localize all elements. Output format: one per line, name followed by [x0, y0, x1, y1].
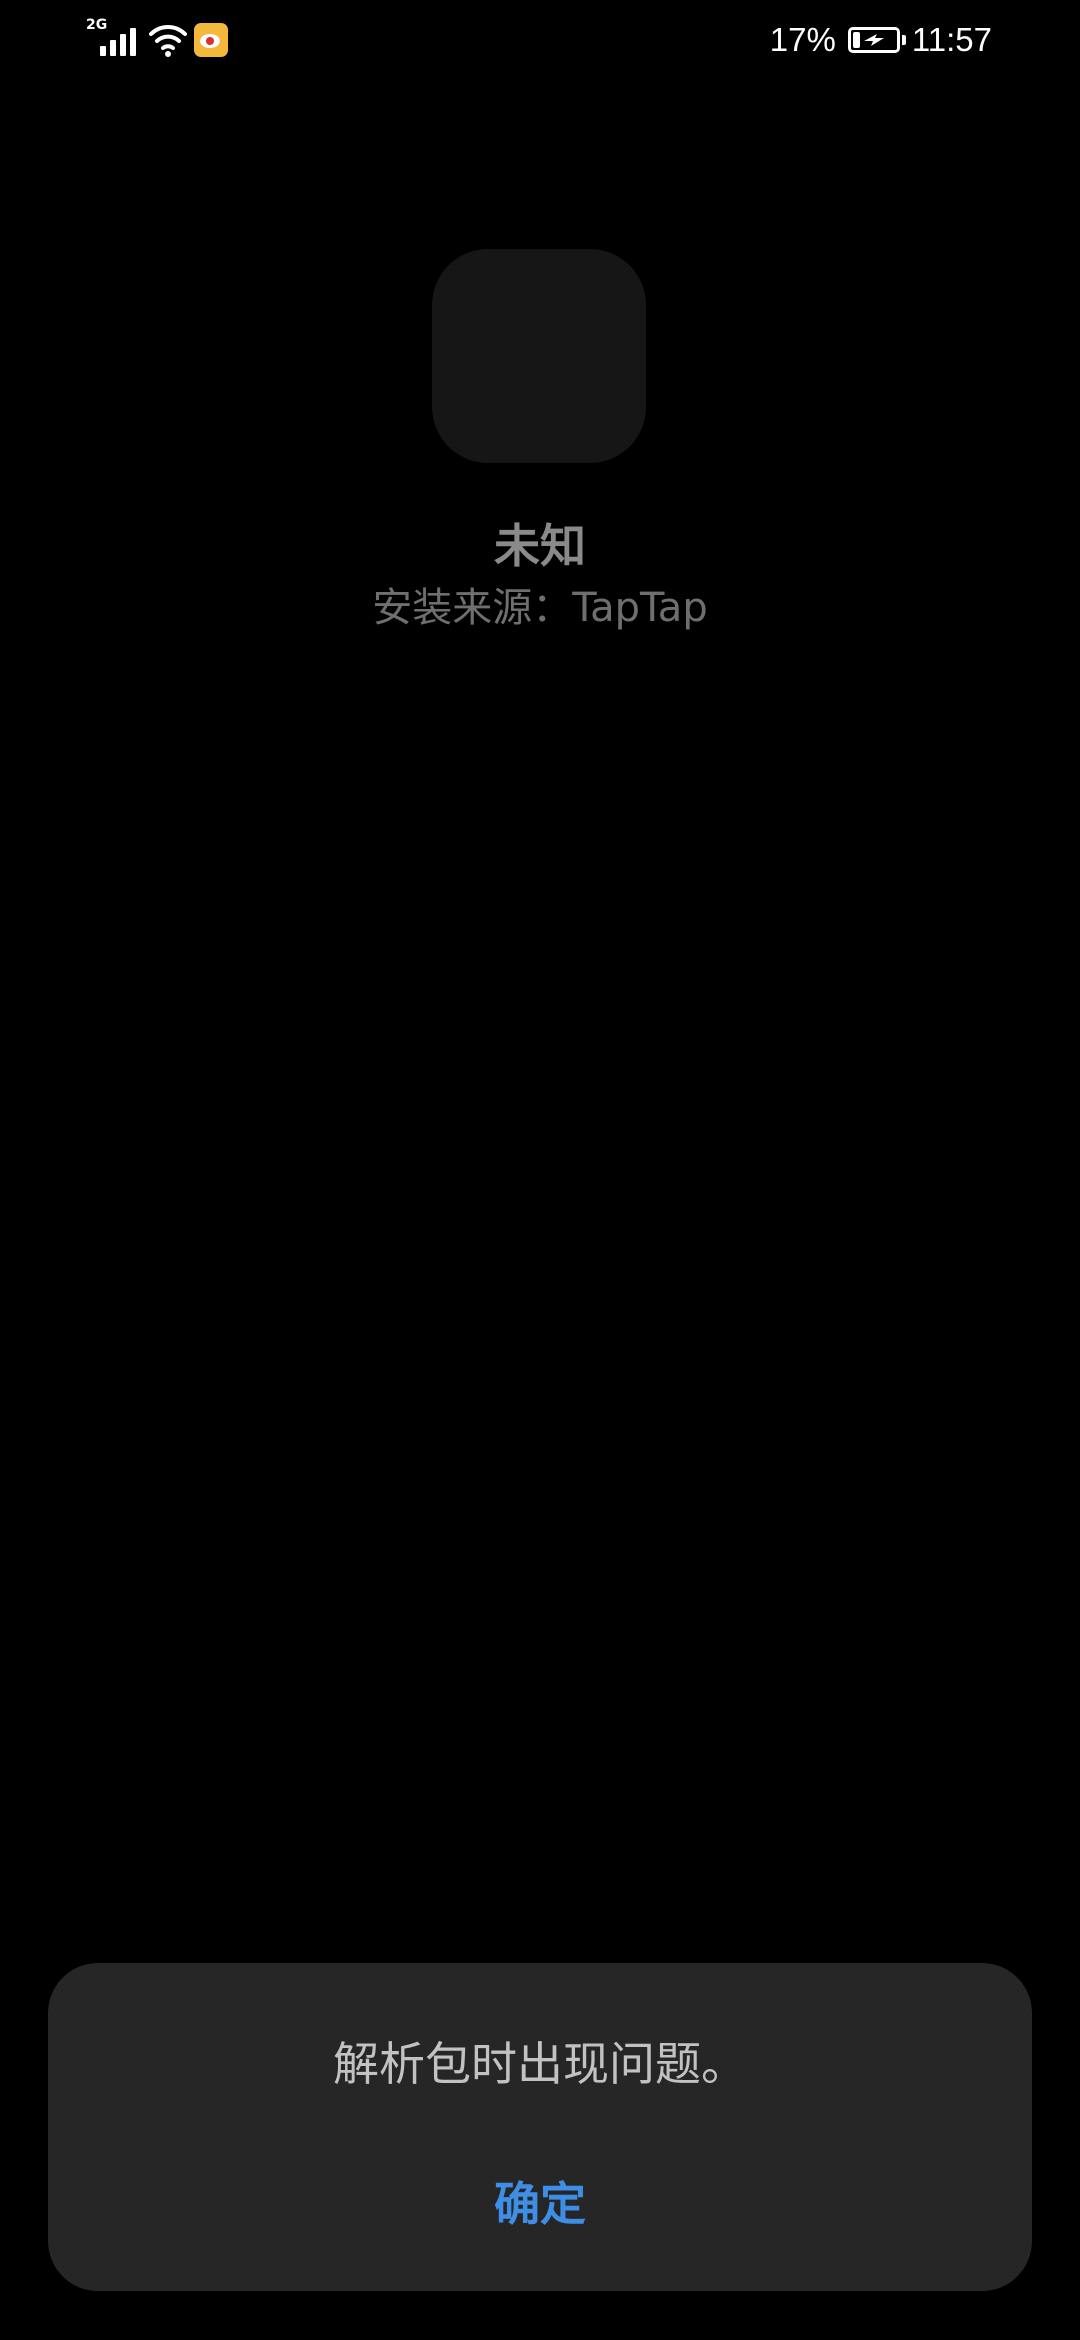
status-icons-left: 2G	[86, 18, 228, 60]
install-source-label: 安装来源：TapTap	[372, 585, 708, 631]
battery-level-fill	[852, 32, 860, 48]
dialog-message: 解析包时出现问题。	[333, 2037, 747, 2091]
error-dialog: 解析包时出现问题。 确定	[48, 1963, 1032, 2291]
app-icon-placeholder	[432, 249, 646, 463]
wifi-icon	[148, 20, 188, 60]
confirm-button[interactable]: 确定	[440, 2159, 640, 2249]
weibo-icon	[194, 23, 228, 57]
status-bar: 2G 17% 11:57	[0, 0, 1080, 80]
status-icons-right: 17% 11:57	[770, 18, 992, 62]
charging-bolt-icon	[863, 34, 884, 46]
battery-percent: 17%	[769, 21, 836, 58]
battery-charging-icon	[847, 27, 906, 53]
signal-icon: 2G	[86, 18, 142, 60]
clock: 11:57	[911, 21, 992, 58]
app-name: 未知	[494, 519, 586, 573]
